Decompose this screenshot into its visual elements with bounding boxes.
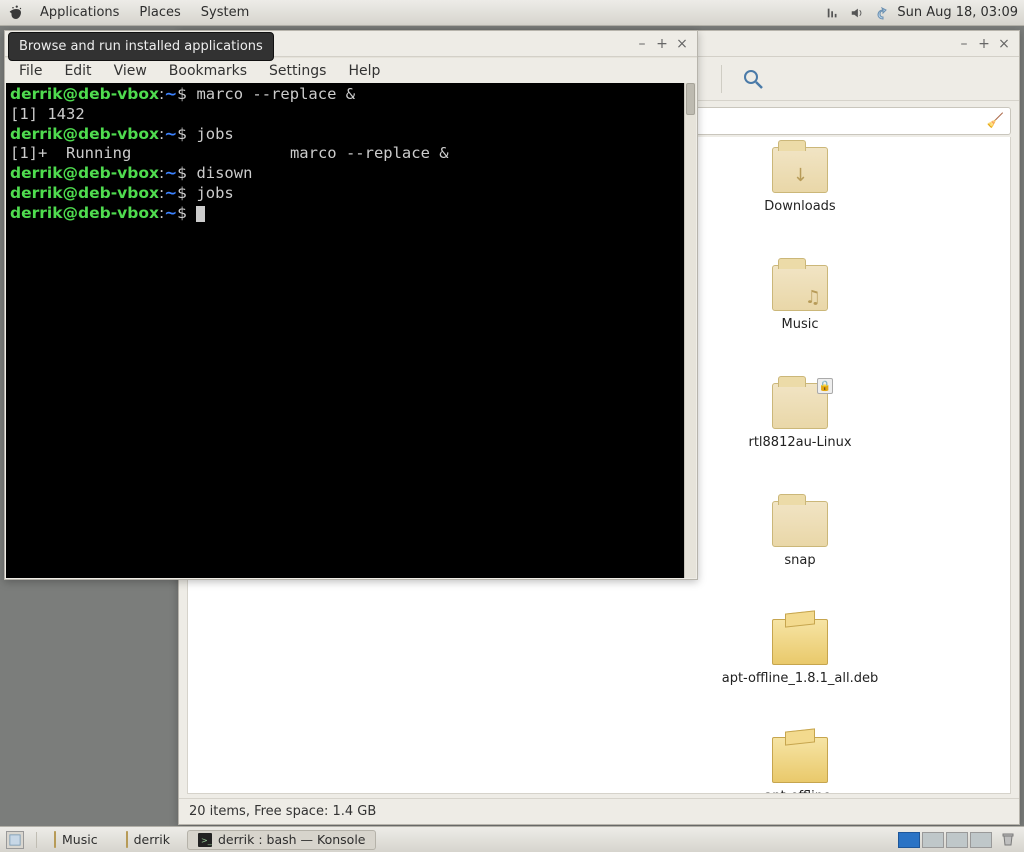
bottom-panel: Music derrik >_ derrik : bash — Konsole [0,826,1024,852]
maximize-button[interactable]: + [975,35,993,53]
task-label: derrik : bash — Konsole [218,832,366,847]
menu-bookmarks[interactable]: Bookmarks [159,61,257,81]
fm-statusbar: 20 items, Free space: 1.4 GB [179,798,1019,824]
task-button[interactable]: Music [43,830,109,850]
file-item[interactable]: snap [712,501,888,619]
panel-divider [36,832,37,848]
task-button[interactable]: derrik [115,830,181,850]
gnome-foot-icon[interactable] [6,3,26,23]
menu-settings[interactable]: Settings [259,61,336,81]
workspace-switcher[interactable] [898,832,992,848]
lock-badge-icon: 🔒 [817,378,833,394]
maximize-button[interactable]: + [653,35,671,53]
workspace-1[interactable] [898,832,920,848]
package-icon [772,737,828,783]
terminal-icon: >_ [198,833,212,847]
workspace-4[interactable] [970,832,992,848]
folder-icon: 🔒 [772,383,828,429]
system-menu[interactable]: System [191,0,259,25]
clear-path-icon[interactable]: 🧹 [987,113,1004,129]
file-label: apt-offline_1.8.1_all.deb [722,671,879,687]
file-item[interactable]: apt-offline_1.8.1_all.deb [712,619,888,737]
package-icon [772,619,828,665]
terminal-scrollbar[interactable] [684,83,696,578]
terminal-window: >_ k : bash — Konsole – + × File Edit Vi… [4,30,698,580]
task-label: Music [62,832,98,847]
workspace-3[interactable] [946,832,968,848]
applications-menu[interactable]: Applications [30,0,129,25]
show-desktop-button[interactable] [6,831,24,849]
clock[interactable]: Sun Aug 18, 03:09 [897,5,1018,20]
file-item[interactable]: 🔒 rtl8812au-Linux [712,383,888,501]
file-label: Music [782,317,819,333]
workspace-2[interactable] [922,832,944,848]
file-item[interactable]: Downloads [712,147,888,265]
minimize-button[interactable]: – [955,35,973,53]
search-button[interactable] [736,62,770,96]
update-icon[interactable] [872,4,890,22]
trash-icon[interactable] [1000,831,1018,849]
task-label: derrik [134,832,170,847]
file-label: rtl8812au-Linux [748,435,851,451]
file-label: snap [784,553,815,569]
folder-icon [54,832,56,847]
task-button[interactable]: >_ derrik : bash — Konsole [187,830,377,850]
folder-icon [126,832,128,847]
menu-edit[interactable]: Edit [54,61,101,81]
close-button[interactable]: × [673,35,691,53]
menu-file[interactable]: File [9,61,52,81]
places-menu[interactable]: Places [129,0,190,25]
volume-icon[interactable] [848,4,866,22]
menu-help[interactable]: Help [338,61,390,81]
close-button[interactable]: × [995,35,1013,53]
folder-icon [772,147,828,193]
file-label: Downloads [764,199,835,215]
terminal-output[interactable]: derrik@deb-vbox:~$ marco --replace & [1]… [6,83,696,578]
file-label: apt-offline-gui_1.8.1_all.deb [720,789,880,794]
svg-text:>_: >_ [201,836,212,845]
menu-view[interactable]: View [104,61,157,81]
applications-tooltip: Browse and run installed applications [8,32,274,61]
toolbar-divider [721,65,722,93]
scrollbar-thumb[interactable] [686,83,695,115]
folder-icon [772,501,828,547]
network-icon[interactable] [824,4,842,22]
minimize-button[interactable]: – [633,35,651,53]
folder-icon [772,265,828,311]
file-item[interactable]: apt-offline-gui_1.8.1_all.deb [712,737,888,794]
file-item[interactable]: Music [712,265,888,383]
top-panel: Applications Places System Sun Aug 18, 0… [0,0,1024,26]
